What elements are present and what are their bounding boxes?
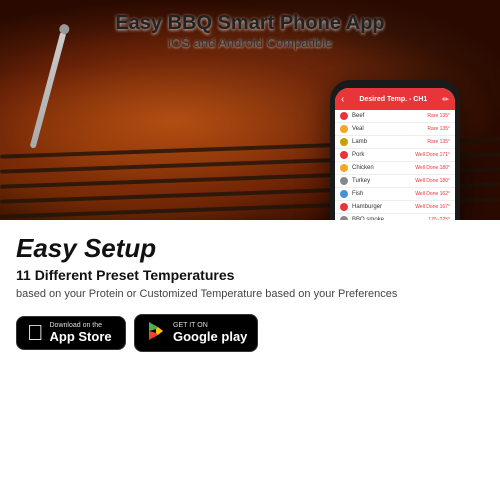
food-name: Pork — [352, 152, 415, 158]
bottom-section: Easy Setup 11 Different Preset Temperatu… — [0, 220, 500, 362]
appstore-badge[interactable]:  Download on the App Store — [16, 316, 126, 351]
food-name: Fish — [352, 191, 415, 197]
food-temp: Well Done 180° — [415, 178, 450, 184]
food-temp: Well Done 180° — [415, 165, 450, 171]
food-dot — [340, 203, 348, 211]
food-dot — [340, 177, 348, 185]
appstore-big-text: App Store — [50, 329, 112, 345]
phone-screen-title: Desired Temp. - CH1 — [344, 96, 442, 103]
appstore-small-text: Download on the — [50, 322, 112, 329]
googleplay-small-text: GET IT ON — [173, 322, 247, 329]
food-dot — [340, 125, 348, 133]
google-play-icon — [145, 320, 167, 346]
food-dot — [340, 190, 348, 198]
list-item[interactable]: Hamburger Well Done 167° — [335, 201, 455, 214]
list-item[interactable]: Pork Well Done 171° — [335, 149, 455, 162]
preset-title: 11 Different Preset Temperatures — [16, 267, 484, 283]
phone-mockup: ‹ Desired Temp. - CH1 ✏ Beef Rare 135° V… — [330, 80, 480, 220]
googleplay-text: GET IT ON Google play — [173, 322, 247, 345]
googleplay-big-text: Google play — [173, 329, 247, 345]
hero-section: Easy BBQ Smart Phone App IOS and Android… — [0, 0, 500, 220]
page-subtitle: IOS and Android Compatible — [0, 35, 500, 50]
food-name: Veal — [352, 126, 427, 132]
food-temp: Rare 135° — [427, 139, 450, 145]
apple-icon:  — [27, 322, 44, 344]
food-name: Beef — [352, 113, 427, 119]
page-title: Easy BBQ Smart Phone App — [0, 12, 500, 35]
preset-description: based on your Protein or Customized Temp… — [16, 287, 484, 302]
food-temp: Rare 135° — [427, 126, 450, 132]
food-temp: 175~225° — [428, 217, 450, 220]
food-name: Chicken — [352, 165, 415, 171]
phone-status-bar: ‹ Desired Temp. - CH1 ✏ — [335, 88, 455, 110]
food-dot — [340, 138, 348, 146]
list-item[interactable]: BBQ smoke 175~225° — [335, 214, 455, 220]
appstore-text: Download on the App Store — [50, 322, 112, 345]
food-temp: Well Done 167° — [415, 204, 450, 210]
food-dot — [340, 112, 348, 120]
food-dot — [340, 164, 348, 172]
food-temp: Well Done 162° — [415, 191, 450, 197]
badges-section:  Download on the App Store — [16, 314, 484, 352]
hero-title-overlay: Easy BBQ Smart Phone App IOS and Android… — [0, 12, 500, 50]
food-name: Hamburger — [352, 204, 415, 210]
food-dot — [340, 151, 348, 159]
list-item[interactable]: Lamb Rare 135° — [335, 136, 455, 149]
edit-icon: ✏ — [442, 95, 449, 104]
food-temp: Rare 135° — [427, 113, 450, 119]
easy-setup-heading: Easy Setup — [16, 234, 484, 263]
food-name: BBQ smoke — [352, 217, 428, 220]
list-item[interactable]: Chicken Well Done 180° — [335, 162, 455, 175]
text-content: Easy Setup 11 Different Preset Temperatu… — [16, 234, 484, 352]
food-name: Lamb — [352, 139, 427, 145]
list-item[interactable]: Fish Well Done 162° — [335, 188, 455, 201]
list-item[interactable]: Beef Rare 135° — [335, 110, 455, 123]
food-name: Turkey — [352, 178, 415, 184]
list-item[interactable]: Veal Rare 135° — [335, 123, 455, 136]
food-temp: Well Done 171° — [415, 152, 450, 158]
googleplay-badge[interactable]: GET IT ON Google play — [134, 314, 258, 352]
list-item[interactable]: Turkey Well Done 180° — [335, 175, 455, 188]
food-dot — [340, 216, 348, 220]
phone-screen: ‹ Desired Temp. - CH1 ✏ Beef Rare 135° V… — [335, 88, 455, 220]
phone-frame: ‹ Desired Temp. - CH1 ✏ Beef Rare 135° V… — [330, 80, 460, 220]
food-list: Beef Rare 135° Veal Rare 135° Lamb Rare … — [335, 110, 455, 220]
